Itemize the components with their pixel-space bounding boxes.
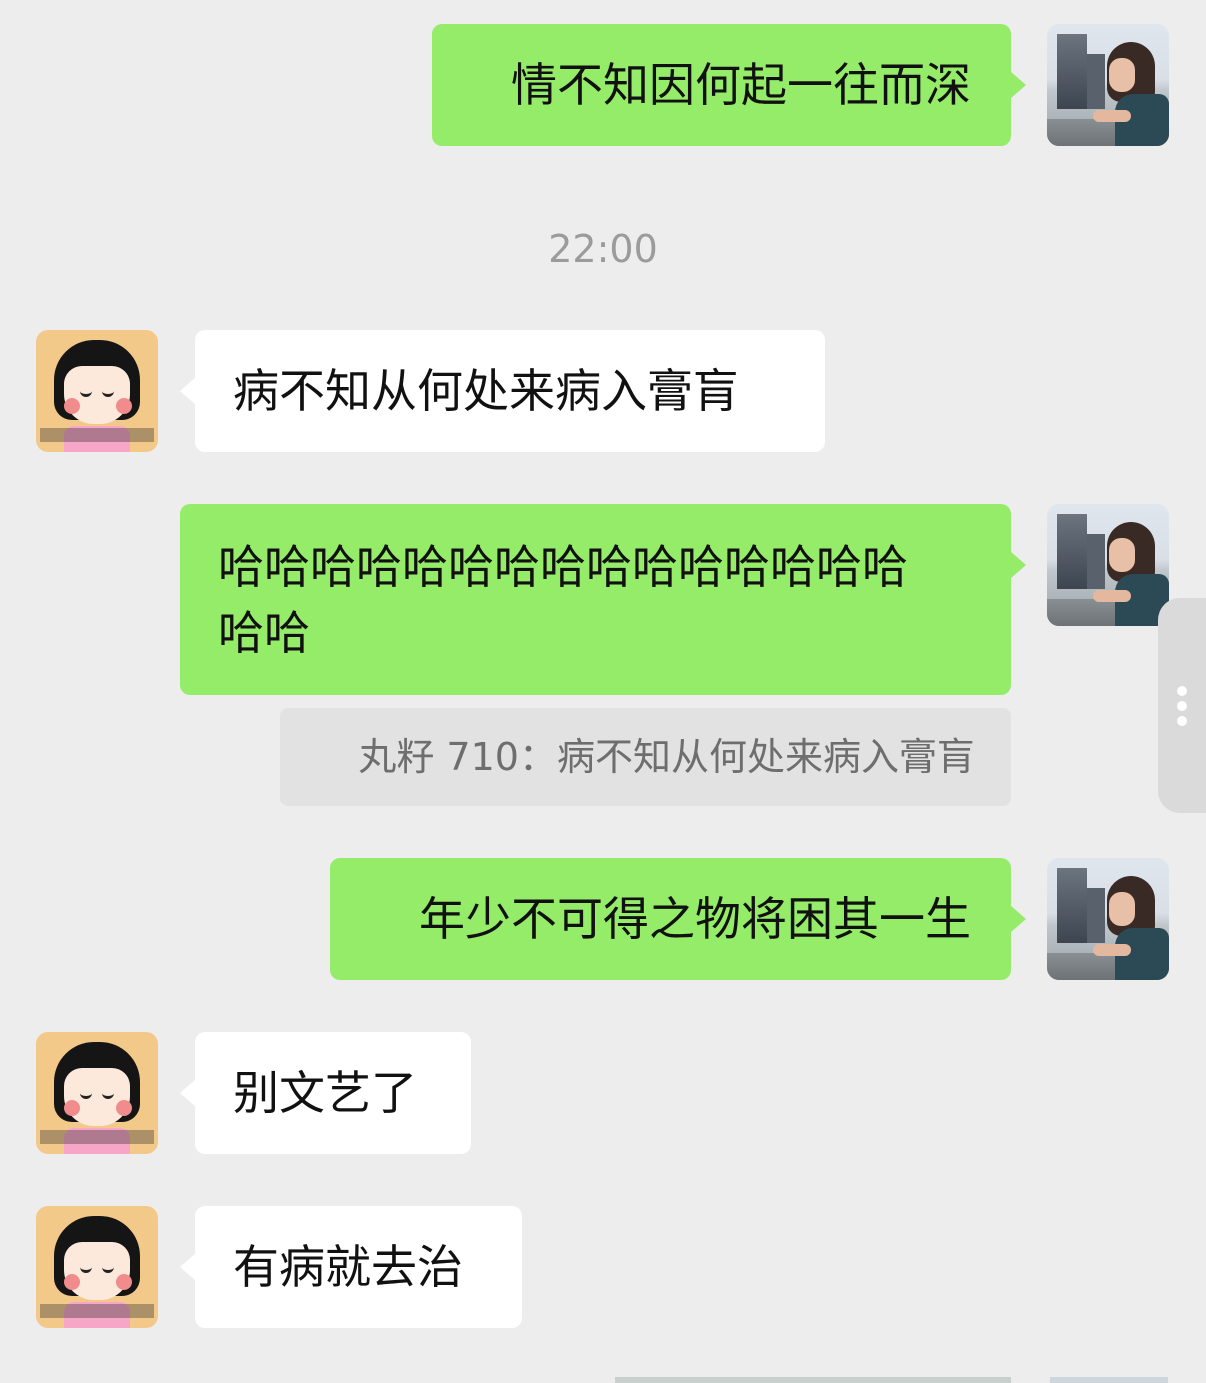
message-bubble-friend[interactable]: 病不知从何处来病入膏肓 — [195, 330, 825, 452]
bubble-tail — [1010, 551, 1026, 579]
bubble-tail — [180, 1079, 196, 1107]
friend-avatar[interactable] — [36, 330, 158, 452]
side-panel-handle[interactable] — [1158, 598, 1206, 813]
bubble-tail — [180, 377, 196, 405]
quoted-message[interactable]: 丸籽 710：病不知从何处来病入膏肓 — [280, 708, 1011, 806]
next-message-edge — [615, 1377, 1011, 1383]
message-bubble-friend[interactable]: 别文艺了 — [195, 1032, 471, 1154]
bubble-tail — [180, 1253, 196, 1281]
quote-text: 病不知从何处来病入膏肓 — [556, 735, 975, 779]
timestamp: 22:00 — [548, 227, 658, 271]
friend-avatar[interactable] — [36, 1032, 158, 1154]
chat-area: 情不知因何起一往而深 22:00 病不知从何处来病入膏肓 哈哈哈哈哈哈哈哈哈哈哈… — [0, 0, 1206, 1383]
message-bubble-self[interactable]: 年少不可得之物将困其一生 — [330, 858, 1011, 980]
message-text-line: 哈哈哈哈哈哈哈哈哈哈哈哈哈哈哈 — [218, 540, 908, 594]
friend-avatar[interactable] — [36, 1206, 158, 1328]
next-avatar-edge — [1050, 1377, 1168, 1383]
more-dots-icon — [1177, 686, 1187, 696]
message-bubble-friend[interactable]: 有病就去治 — [195, 1206, 522, 1328]
more-dots-icon — [1177, 701, 1187, 711]
bubble-tail — [1010, 905, 1026, 933]
message-text: 年少不可得之物将困其一生 — [419, 892, 971, 946]
message-text-line: 哈哈 — [218, 606, 310, 660]
quote-separator: ： — [518, 735, 557, 779]
quote-author: 丸籽 710 — [358, 735, 519, 779]
self-avatar[interactable] — [1047, 24, 1169, 146]
bubble-tail — [1010, 71, 1026, 99]
self-avatar[interactable] — [1047, 858, 1169, 980]
message-text: 别文艺了 — [233, 1066, 417, 1120]
message-text: 病不知从何处来病入膏肓 — [233, 364, 739, 418]
message-text: 有病就去治 — [233, 1240, 463, 1294]
message-bubble-self[interactable]: 哈哈哈哈哈哈哈哈哈哈哈哈哈哈哈 哈哈 — [180, 504, 1011, 695]
message-text: 情不知因何起一往而深 — [511, 58, 971, 112]
more-dots-icon — [1177, 716, 1187, 726]
message-bubble-self[interactable]: 情不知因何起一往而深 — [432, 24, 1011, 146]
self-avatar[interactable] — [1047, 504, 1169, 626]
